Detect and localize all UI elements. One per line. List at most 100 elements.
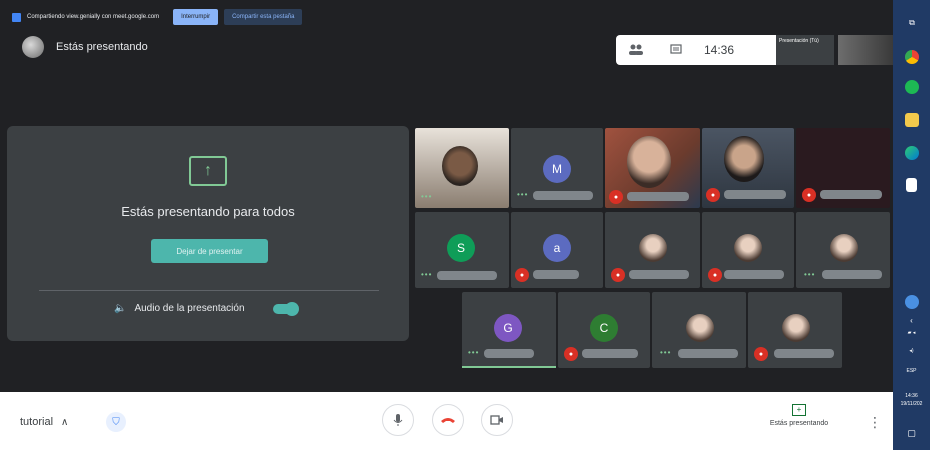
participant-avatar: S: [447, 234, 475, 262]
participant-video: [442, 146, 478, 186]
shared-screen: Compartiendo view.genially con meet.goog…: [0, 0, 893, 392]
participant-name: [678, 349, 738, 358]
muted-icon: ●: [515, 268, 529, 282]
chat-icon[interactable]: [656, 44, 696, 56]
participant-tile[interactable]: C ●: [558, 292, 650, 368]
participant-tile[interactable]: a ●: [511, 212, 603, 288]
participant-tile[interactable]: •••: [652, 292, 746, 368]
participant-video: [724, 136, 764, 182]
participant-tile[interactable]: ●: [702, 128, 794, 208]
network-icon[interactable]: ▰ ◂: [893, 330, 930, 336]
muted-icon: ●: [611, 268, 625, 282]
audio-indicator-icon: •••: [804, 270, 816, 279]
share-indicator-icon: [12, 12, 21, 22]
edge-icon[interactable]: [905, 146, 919, 160]
participant-tile[interactable]: •••: [796, 212, 890, 288]
camera-icon: [490, 415, 503, 425]
participant-avatar: M: [543, 155, 571, 183]
chrome-icon[interactable]: [905, 50, 919, 64]
presenting-header: Estás presentando: [22, 36, 148, 58]
participant-avatar: G: [494, 314, 522, 342]
present-button[interactable]: + Estás presentando: [756, 404, 842, 427]
task-view-icon[interactable]: ⧉: [905, 16, 919, 30]
participant-name: [820, 190, 882, 199]
muted-icon: ●: [609, 190, 623, 204]
audio-indicator-icon: •••: [421, 270, 433, 279]
chevron-up-icon: ∧: [61, 416, 69, 428]
self-camera-tile[interactable]: [838, 35, 893, 65]
volume-icon[interactable]: ◂): [893, 348, 930, 354]
participant-name: [437, 271, 497, 280]
spotify-icon[interactable]: [905, 80, 919, 94]
participant-name: [822, 270, 882, 279]
participant-tile[interactable]: ●: [748, 292, 842, 368]
language-indicator[interactable]: ESP: [893, 368, 930, 374]
audio-label: Audio de la presentación: [134, 303, 245, 314]
participant-tile[interactable]: •••: [415, 128, 509, 208]
microphone-button[interactable]: [382, 404, 414, 436]
people-icon[interactable]: [616, 44, 656, 56]
microphone-icon: [393, 414, 403, 426]
audio-row: 🔈 Audio de la presentación: [114, 301, 299, 316]
participant-tile[interactable]: ●: [796, 128, 890, 208]
windows-taskbar: ⧉ ‹ ▰ ◂ ◂) ESP 14:36 19/11/202 ▢: [893, 0, 930, 450]
participant-name: [774, 349, 834, 358]
presentation-panel: ↑ Estás presentando para todos Dejar de …: [7, 126, 409, 341]
stop-presenting-button[interactable]: Dejar de presentar: [151, 239, 268, 263]
participant-avatar: [639, 234, 667, 262]
file-explorer-icon[interactable]: [905, 113, 919, 127]
people-taskbar-icon[interactable]: [905, 295, 919, 309]
participant-tile[interactable]: G •••: [462, 292, 556, 368]
stop-sharing-button[interactable]: Interrumpir: [173, 9, 219, 25]
participant-tile[interactable]: M •••: [511, 128, 603, 208]
shield-icon[interactable]: ⛉: [106, 412, 126, 432]
participant-avatar: [830, 234, 858, 262]
participant-avatar: [782, 314, 810, 342]
presenting-label: Estás presentando: [56, 41, 148, 53]
participant-name: [627, 192, 689, 201]
clock-time[interactable]: 14:36: [893, 393, 930, 399]
muted-icon: ●: [564, 347, 578, 361]
participant-name: [724, 270, 784, 279]
more-options-icon[interactable]: ⋮: [868, 414, 882, 431]
clock-date[interactable]: 19/11/202: [893, 401, 930, 407]
present-screen-icon: +: [792, 404, 806, 416]
participant-tile[interactable]: S •••: [415, 212, 509, 288]
participant-name: [533, 270, 579, 279]
audio-toggle[interactable]: [272, 301, 299, 316]
audio-indicator-icon: •••: [517, 190, 529, 199]
participant-name: [582, 349, 638, 358]
leave-call-button[interactable]: [432, 404, 464, 436]
muted-icon: ●: [802, 188, 816, 202]
camera-button[interactable]: [481, 404, 513, 436]
participant-name: [533, 191, 593, 200]
participant-avatar: a: [543, 234, 571, 262]
presentation-mini-tile[interactable]: Presentación (Tú): [776, 35, 834, 65]
muted-icon: ●: [706, 188, 720, 202]
hang-up-icon: [441, 418, 455, 423]
share-banner: Compartiendo view.genially con meet.goog…: [6, 7, 893, 27]
notifications-icon[interactable]: ▢: [893, 428, 930, 439]
active-speaker-indicator: [462, 366, 556, 368]
meeting-name: tutorial: [20, 416, 54, 428]
participant-tile[interactable]: ●: [702, 212, 794, 288]
participant-name: [484, 349, 534, 358]
participant-avatar: [734, 234, 762, 262]
clock-time: 14:36: [704, 43, 735, 57]
participant-avatar: C: [590, 314, 618, 342]
share-tab-button[interactable]: Compartir esta pestaña: [224, 9, 303, 25]
tray-expand-icon[interactable]: ‹: [893, 316, 930, 325]
presenting-message: Estás presentando para todos: [121, 204, 295, 219]
audio-indicator-icon: •••: [421, 192, 433, 201]
participant-name: [724, 190, 786, 199]
divider: [39, 290, 379, 291]
participant-tile[interactable]: ●: [605, 212, 700, 288]
document-icon[interactable]: [906, 178, 917, 192]
present-screen-icon: ↑: [189, 156, 227, 186]
meeting-details-button[interactable]: tutorial ∧: [20, 416, 68, 428]
muted-icon: ●: [754, 347, 768, 361]
audio-indicator-icon: •••: [468, 348, 480, 357]
participant-avatar: [686, 314, 714, 342]
participant-video: [627, 136, 671, 188]
participant-tile[interactable]: ●: [605, 128, 700, 208]
